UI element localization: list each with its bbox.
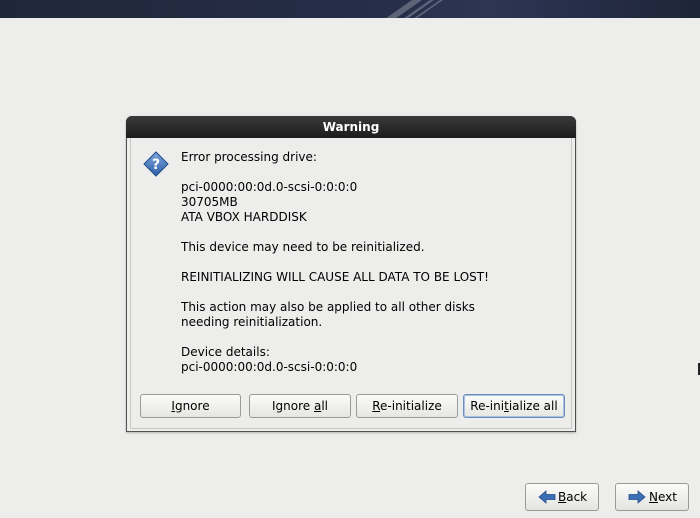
next-arrow-icon — [628, 490, 646, 504]
button-label: gnore — [174, 399, 210, 413]
ignore-all-button[interactable]: Ignore all — [249, 394, 351, 418]
device-size: 30705MB — [181, 195, 238, 209]
warning-dialog: Warning ? Error processing drive: pci-00… — [126, 116, 576, 432]
mnemonic: R — [372, 399, 381, 413]
reinitialize-all-button[interactable]: Re-initialize all — [463, 394, 565, 418]
button-label: ialize all — [508, 399, 558, 413]
back-button[interactable]: Back — [525, 483, 599, 511]
mnemonic: N — [649, 490, 658, 504]
next-label: Next — [649, 490, 677, 505]
error-heading: Error processing drive: — [181, 150, 317, 164]
button-label: e-initialize — [380, 399, 442, 413]
dialog-body: ? Error processing drive: pci-0000:00:0d… — [130, 138, 572, 429]
button-label: ext — [657, 490, 677, 504]
details-label: Device details: — [181, 345, 270, 359]
dialog-message: Error processing drive: pci-0000:00:0d.0… — [181, 150, 561, 375]
device-model: ATA VBOX HARDDISK — [181, 210, 307, 224]
button-label: ll — [321, 399, 328, 413]
button-label: Re-ini — [470, 399, 505, 413]
reinit-notice: This device may need to be reinitialized… — [181, 240, 425, 254]
ignore-button[interactable]: Ignore — [140, 394, 241, 418]
button-label: ack — [566, 490, 588, 504]
dialog-title: Warning — [126, 116, 576, 138]
details-value: pci-0000:00:0d.0-scsi-0:0:0:0 — [181, 360, 358, 374]
device-path: pci-0000:00:0d.0-scsi-0:0:0:0 — [181, 180, 358, 194]
action-note-line2: needing reinitialization. — [181, 315, 323, 329]
question-icon: ? — [143, 151, 169, 177]
button-label: Ignore — [271, 399, 314, 413]
data-loss-warning: REINITIALIZING WILL CAUSE ALL DATA TO BE… — [181, 270, 489, 284]
action-note-line1: This action may also be applied to all o… — [181, 300, 475, 314]
back-label: Back — [558, 490, 587, 505]
back-arrow-icon — [538, 490, 556, 504]
top-banner — [0, 0, 700, 18]
next-button[interactable]: Next — [615, 483, 689, 511]
svg-text:?: ? — [152, 157, 160, 173]
mnemonic: B — [558, 490, 567, 504]
reinitialize-button[interactable]: Re-initialize — [356, 394, 458, 418]
